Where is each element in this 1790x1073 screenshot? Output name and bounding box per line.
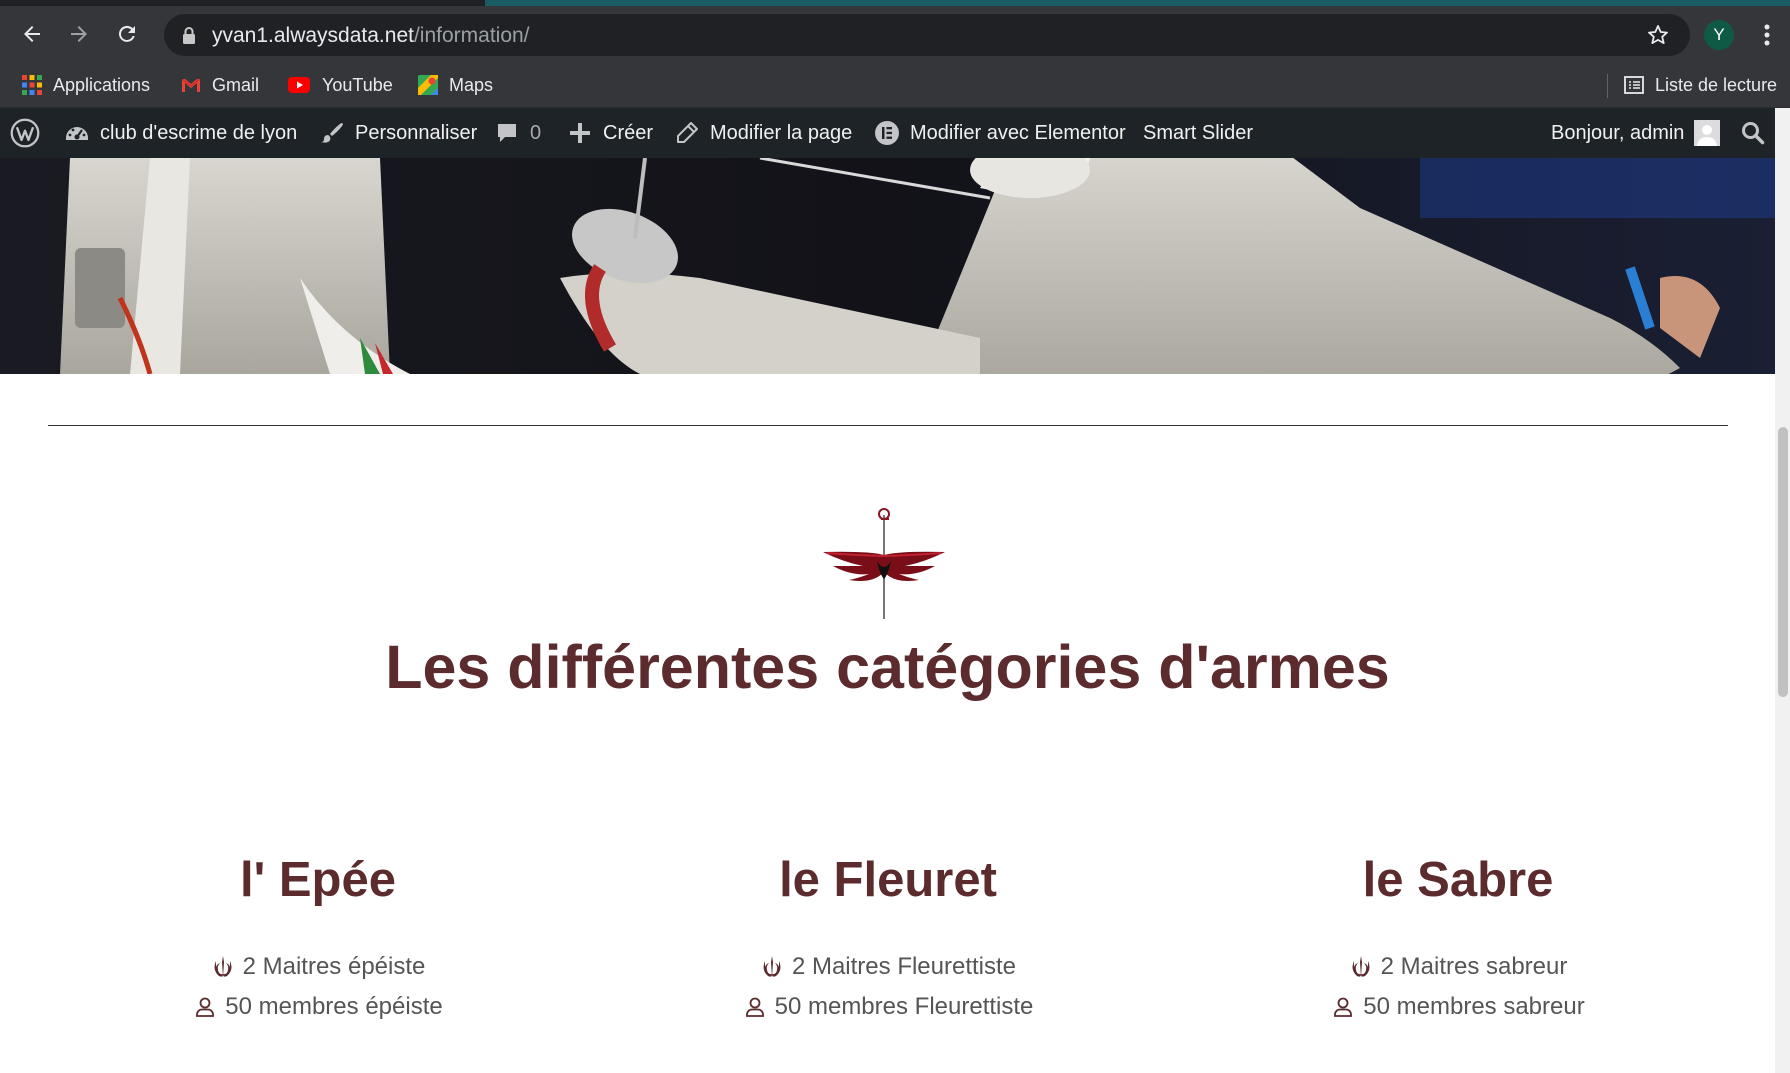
bookmark-star-icon[interactable] — [1646, 23, 1670, 47]
masters-count: 2 Maitres sabreur — [1208, 947, 1708, 987]
members-count: 50 membres épéiste — [68, 987, 568, 1027]
address-bar[interactable]: yvan1.alwaysdata.net/information/ — [164, 14, 1690, 56]
members-count: 50 membres Fleurettiste — [638, 987, 1138, 1027]
wp-admin-bar: club d'escrime de lyon Personnaliser 0 C… — [0, 108, 1790, 158]
wp-customize[interactable]: Personnaliser — [319, 108, 477, 158]
jedi-order-icon — [763, 956, 781, 978]
jedi-order-icon — [1352, 956, 1370, 978]
bookmark-maps[interactable]: Maps — [417, 71, 493, 99]
page-title: Les différentes catégories d'armes — [385, 633, 1390, 701]
reading-list-icon — [1624, 76, 1644, 94]
lock-icon — [183, 27, 195, 44]
wp-edit-page[interactable]: Modifier la page — [674, 108, 852, 158]
plus-icon — [570, 123, 590, 143]
search-icon — [1742, 122, 1765, 145]
dashboard-icon — [66, 127, 88, 140]
user-icon — [745, 997, 764, 1017]
wp-search[interactable] — [1740, 108, 1776, 158]
reload-icon — [118, 25, 135, 42]
weapon-title: l' Epée — [240, 853, 396, 907]
page-scrollbar-thumb[interactable] — [1778, 427, 1788, 697]
club-emblem-logo — [823, 508, 945, 619]
wordpress-icon — [10, 118, 40, 148]
weapon-title: le Fleuret — [779, 853, 997, 907]
bookmarks-separator — [1607, 74, 1608, 98]
wp-comments[interactable]: 0 — [494, 108, 541, 158]
masters-count: 2 Maitres épéiste — [68, 947, 568, 987]
bookmark-gmail[interactable]: Gmail — [180, 71, 259, 99]
comment-icon — [498, 124, 516, 142]
weapon-title: le Sabre — [1362, 853, 1554, 907]
more-vert-icon[interactable] — [1755, 22, 1779, 48]
wp-smart-slider[interactable]: Smart Slider — [1143, 108, 1253, 158]
reload-button[interactable] — [111, 18, 143, 50]
pencil-icon — [677, 122, 698, 143]
reading-list-button[interactable]: Liste de lecture — [1623, 71, 1777, 99]
bookmark-applications[interactable]: Applications — [21, 71, 150, 99]
fencing-photo — [0, 158, 1775, 374]
masters-count: 2 Maitres Fleurettiste — [638, 947, 1138, 987]
members-count: 50 membres sabreur — [1208, 987, 1708, 1027]
youtube-icon — [288, 77, 310, 93]
wp-logo-menu[interactable] — [10, 108, 50, 158]
user-icon — [1334, 997, 1353, 1017]
url-text: yvan1.alwaysdata.net/information/ — [212, 24, 530, 47]
arrow-right-icon — [71, 26, 87, 42]
forward-button[interactable] — [63, 18, 95, 50]
profile-avatar[interactable]: Y — [1704, 20, 1734, 50]
bookmark-youtube[interactable]: YouTube — [286, 71, 393, 99]
arrow-left-icon — [24, 26, 40, 42]
gmail-icon — [181, 78, 201, 92]
user-silhouette-icon — [1697, 125, 1718, 146]
apps-grid-icon — [22, 75, 42, 95]
weapon-card-sabre: le Sabre 2 Maitres sabreur 50 membres sa… — [1208, 845, 1708, 1027]
browser-toolbar: yvan1.alwaysdata.net/information/ Y — [0, 6, 1790, 62]
user-icon — [196, 997, 215, 1017]
maps-icon — [418, 75, 438, 95]
weapon-card-fleuret: le Fleuret 2 Maitres Fleurettiste 50 mem… — [638, 845, 1138, 1027]
weapon-card-epee: l' Epée 2 Maitres épéiste 50 membres épé… — [68, 845, 568, 1027]
bookmarks-bar: Applications Gmail YouTube Maps Liste de… — [0, 62, 1790, 108]
wp-elementor[interactable]: Modifier avec Elementor — [874, 108, 1126, 158]
admin-avatar — [1694, 120, 1721, 146]
back-button[interactable] — [16, 18, 48, 50]
paintbrush-icon — [321, 123, 343, 143]
hero-fencing-image — [0, 158, 1775, 374]
jedi-order-icon — [214, 956, 232, 978]
wp-site-name[interactable]: club d'escrime de lyon — [64, 108, 297, 158]
wp-my-account[interactable]: Bonjour, admin — [1551, 108, 1721, 158]
wp-new-content[interactable]: Créer — [567, 108, 653, 158]
section-divider — [48, 425, 1728, 426]
elementor-icon — [875, 121, 899, 145]
